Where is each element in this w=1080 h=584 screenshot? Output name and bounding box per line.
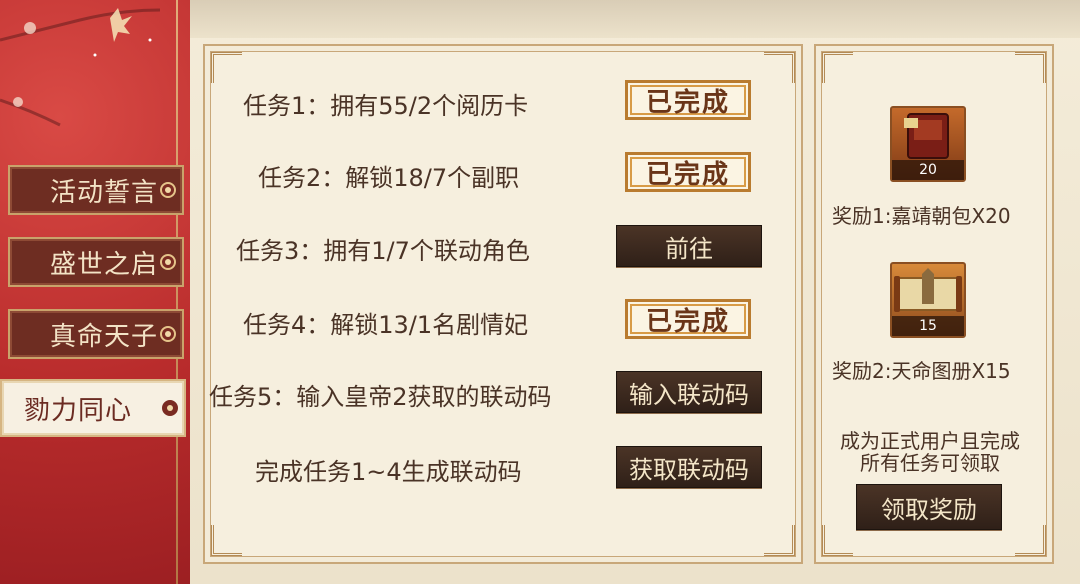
tab-true-emperor[interactable]: 真命天子 (8, 309, 184, 359)
task-2-text: 任务2：解锁18/7个副职 (258, 164, 520, 192)
task-4-completed-stamp: 已完成 (625, 299, 751, 339)
claim-condition-note: 成为正式用户且完成 所有任务可领取 (824, 430, 1036, 474)
get-link-code-button[interactable]: 获取联动码 (616, 446, 762, 488)
reward-2-label: 奖励2:天命图册X15 (832, 359, 1011, 383)
generate-code-text: 完成任务1~4生成联动码 (255, 458, 522, 486)
claim-note-line-1: 成为正式用户且完成 (840, 429, 1020, 453)
tab-activity-oath[interactable]: 活动誓言 (8, 165, 184, 215)
task-1-completed-stamp: 已完成 (625, 80, 751, 120)
corner-ornament (822, 52, 853, 83)
tab-prosperity-start[interactable]: 盛世之启 (8, 237, 184, 287)
task-5-text: 任务5：输入皇帝2获取的联动码 (209, 383, 552, 411)
tab-label: 真命天子 (50, 321, 159, 352)
top-strip (190, 0, 1080, 38)
tab-indicator-icon (160, 254, 176, 270)
tab-label: 活动誓言 (50, 177, 159, 208)
corner-ornament (211, 52, 242, 83)
tab-label: 盛世之启 (50, 249, 159, 280)
plum-branch-icon (0, 8, 161, 127)
scroll-map-icon[interactable]: 15 (890, 262, 966, 338)
tab-united-effort[interactable]: 勠力同心 (0, 379, 186, 437)
tab-indicator-icon (162, 400, 178, 416)
scroll-map-icon-graphic (894, 268, 962, 312)
gold-divider-line (176, 0, 178, 584)
tab-indicator-icon (160, 182, 176, 198)
task-2-completed-stamp: 已完成 (625, 152, 751, 192)
corner-ornament (764, 52, 795, 83)
input-link-code-button[interactable]: 输入联动码 (616, 371, 762, 413)
claim-reward-button[interactable]: 领取奖励 (856, 484, 1002, 530)
corner-ornament (211, 525, 242, 556)
corner-ornament (822, 525, 853, 556)
reward-1-count: 20 (892, 160, 964, 180)
task-1-text: 任务1：拥有55/2个阅历卡 (243, 92, 529, 120)
reward-1-label: 奖励1:嘉靖朝包X20 (832, 204, 1011, 228)
corner-ornament (1015, 525, 1046, 556)
tab-label: 勠力同心 (24, 395, 133, 426)
claim-note-line-2: 所有任务可领取 (860, 451, 1000, 475)
task-3-go-button[interactable]: 前往 (616, 225, 762, 267)
corner-ornament (764, 525, 795, 556)
book-chest-icon-graphic (904, 113, 949, 159)
tab-indicator-icon (160, 326, 176, 342)
corner-ornament (1015, 52, 1046, 83)
left-decor-background (0, 0, 200, 584)
book-chest-icon[interactable]: 20 (890, 106, 966, 182)
reward-2-count: 15 (892, 316, 964, 336)
task-4-text: 任务4：解锁13/1名剧情妃 (243, 311, 529, 339)
task-3-text: 任务3：拥有1/7个联动角色 (236, 237, 530, 265)
